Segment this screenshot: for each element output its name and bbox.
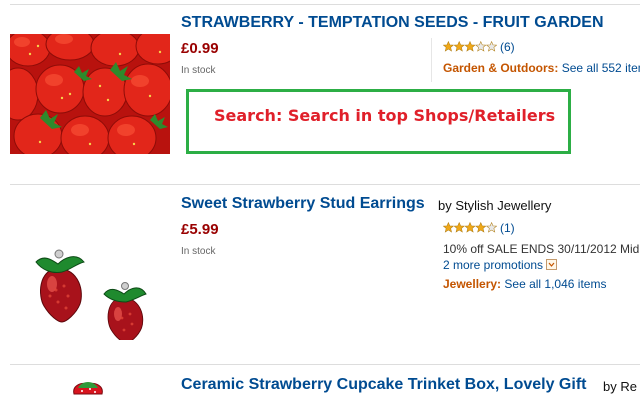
category-label: Jewellery: [443,277,502,291]
review-count-link[interactable]: (1) [500,221,515,235]
product-image-strawberries[interactable] [10,34,170,154]
product-byline: by Re [603,379,637,394]
product-rating[interactable]: (1) [443,221,515,235]
category-see-all-link[interactable]: See all 552 items [562,61,640,75]
product-rating[interactable]: (6) [443,40,515,54]
sale-text: 10% off SALE ENDS 30/11/2012 Mid [443,242,640,256]
result-separator [10,364,640,365]
product-price: £0.99 [181,40,219,57]
star-rating-icon [443,41,497,52]
chevron-down-icon[interactable] [546,259,558,270]
category-label: Garden & Outdoors: [443,61,559,75]
product-price: £5.99 [181,221,219,238]
result-separator [10,184,640,185]
result-separator [10,4,640,5]
search-overlay-text: Search: Search in top Shops/Retailers [214,106,556,125]
category-see-all-link[interactable]: See all 1,046 items [504,277,606,291]
column-divider [431,38,432,82]
more-promotions-link[interactable]: 2 more promotions [443,258,543,272]
product-byline: by Stylish Jewellery [438,198,552,213]
promotions-line[interactable]: 2 more promotions [443,258,558,272]
category-line: Jewellery: See all 1,046 items [443,277,606,291]
stock-status: In stock [181,65,216,76]
product-image-trinket-box[interactable] [68,380,108,400]
product-image-earrings[interactable] [28,240,158,340]
star-rating-icon [443,222,497,233]
search-overlay-box[interactable]: Search: Search in top Shops/Retailers [186,89,571,154]
product-title-link[interactable]: STRAWBERRY - TEMPTATION SEEDS - FRUIT GA… [181,14,604,32]
product-title-link[interactable]: Ceramic Strawberry Cupcake Trinket Box, … [181,376,586,394]
stock-status: In stock [181,246,216,257]
category-line: Garden & Outdoors: See all 552 items [443,61,640,75]
product-title-link[interactable]: Sweet Strawberry Stud Earrings [181,195,425,213]
review-count-link[interactable]: (6) [500,40,515,54]
